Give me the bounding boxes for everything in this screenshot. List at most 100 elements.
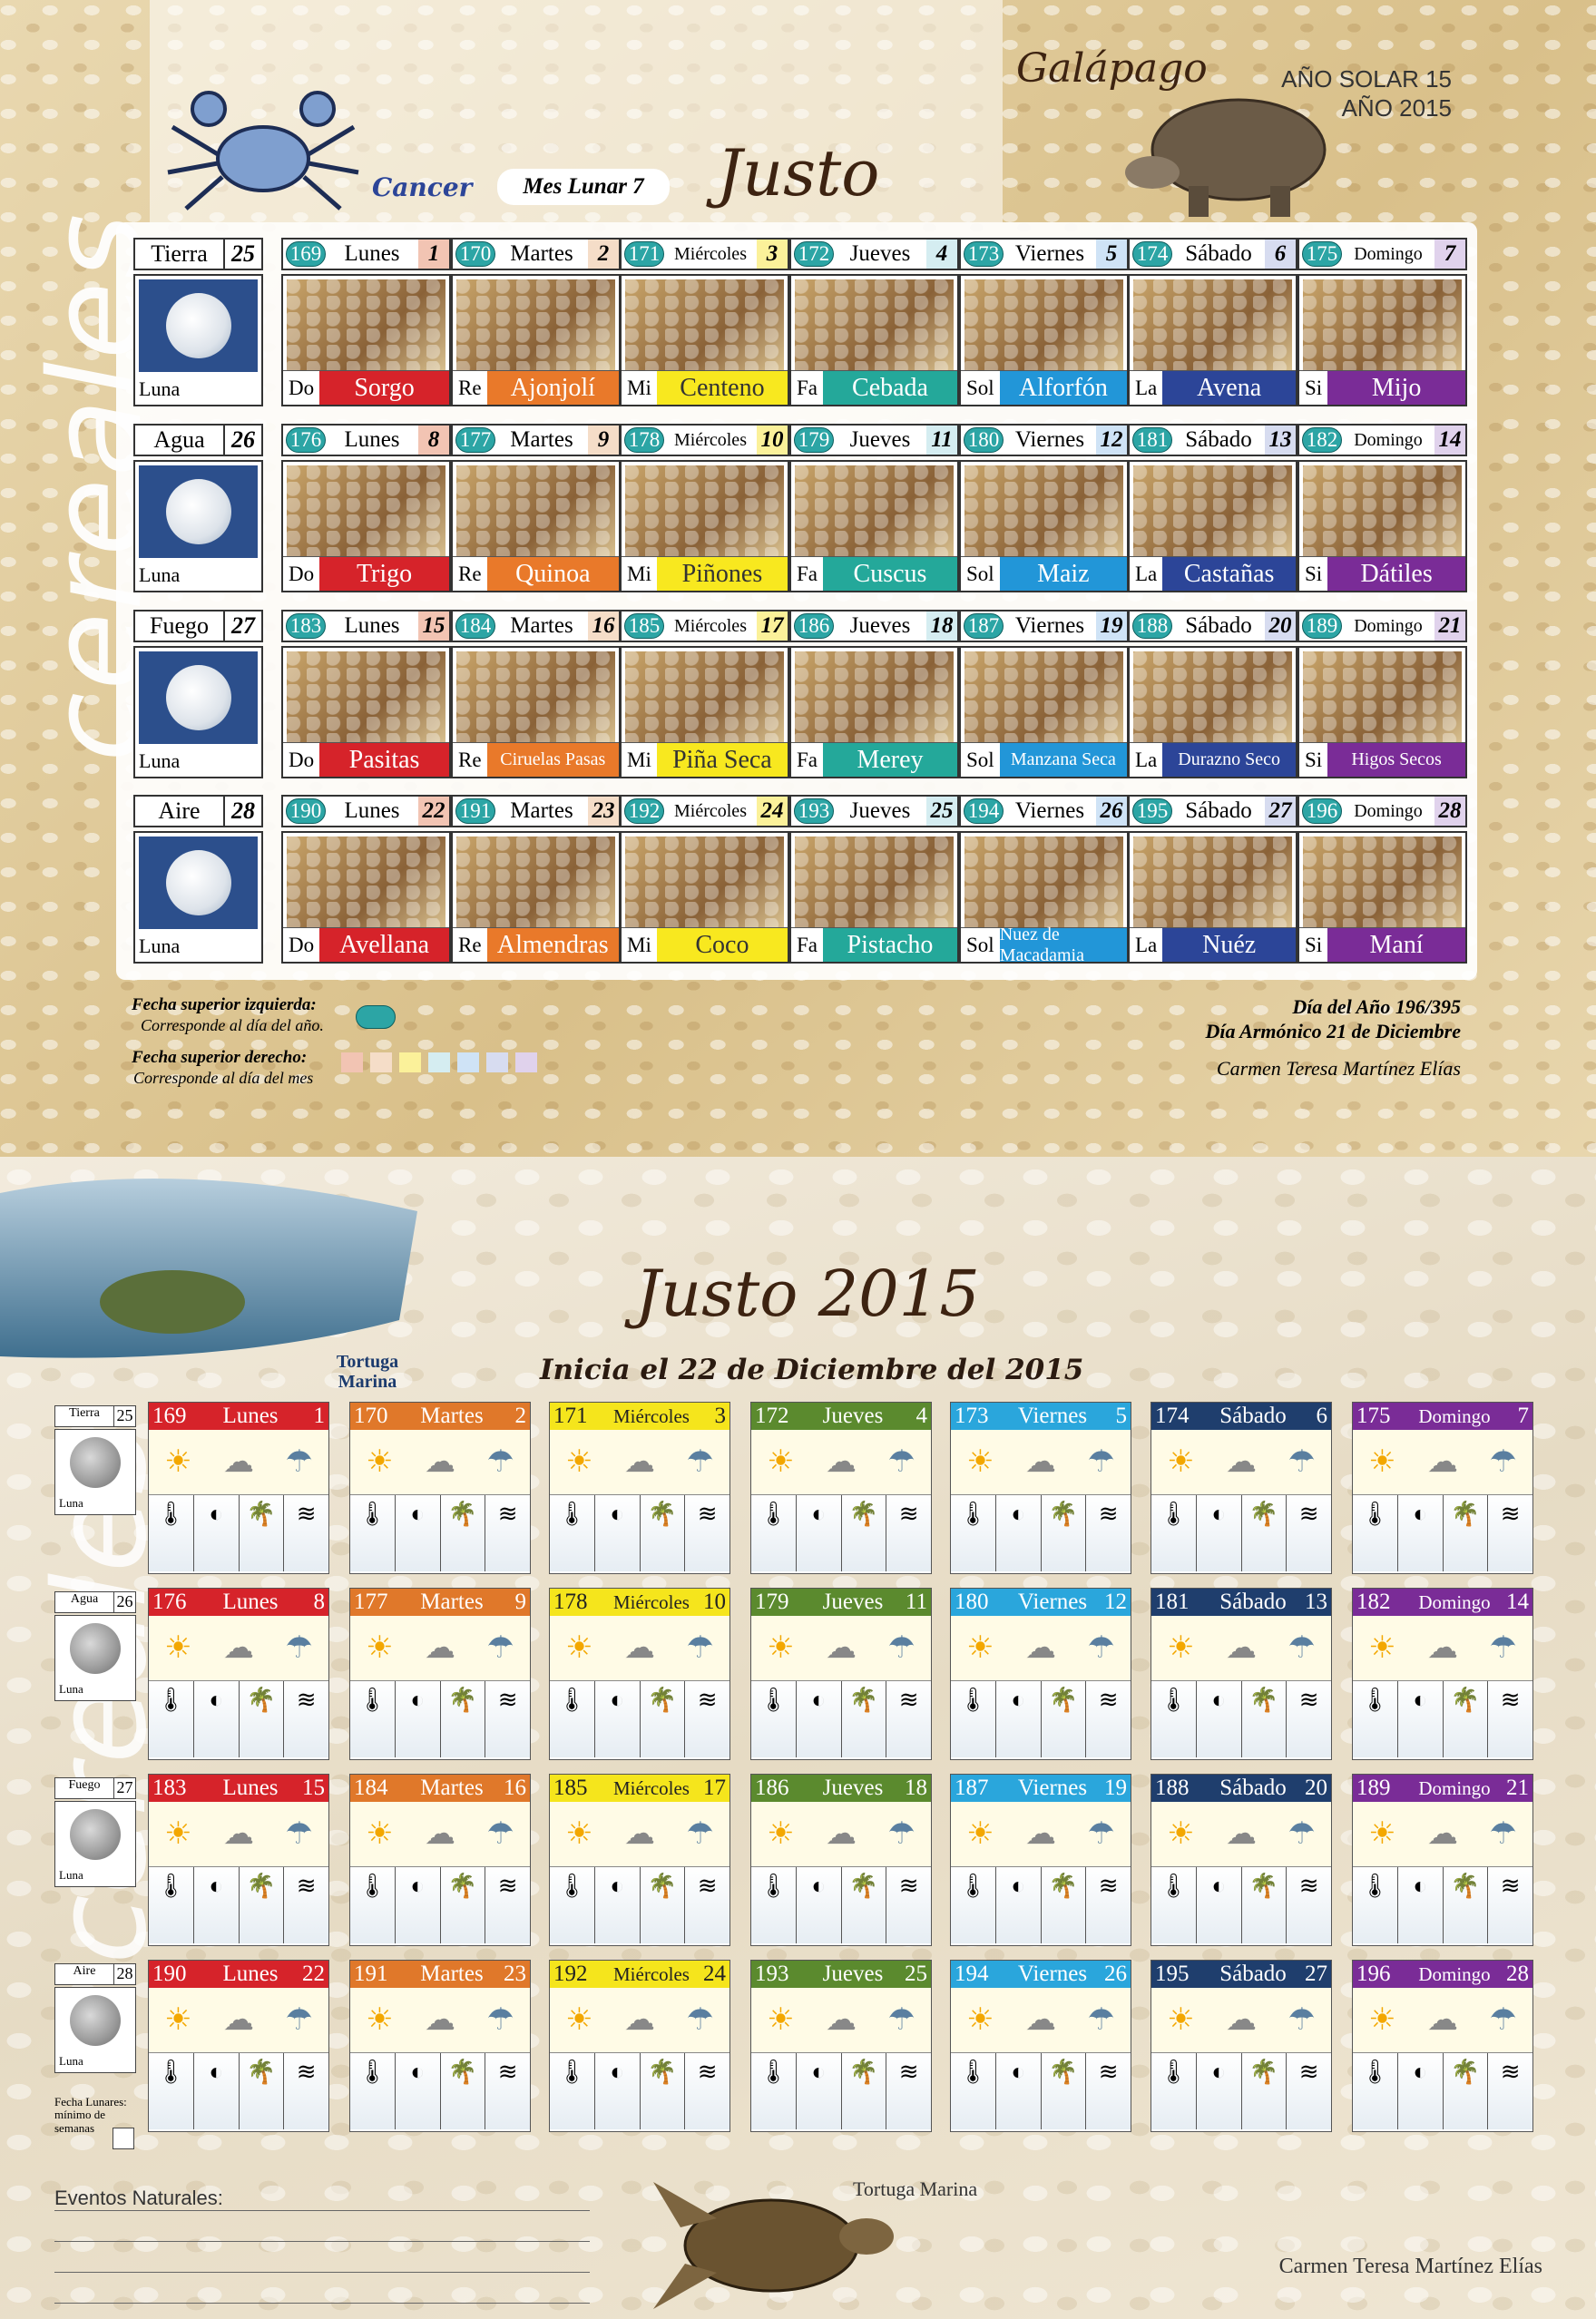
rain-icon[interactable]: ☂ <box>1288 1818 1315 1850</box>
wind-icon[interactable]: ≋ <box>1287 1681 1331 1757</box>
day-header[interactable]: 192 Miércoles 24 <box>620 795 789 827</box>
palm-tree-icon[interactable]: 🌴 <box>641 1495 686 1571</box>
rain-icon[interactable]: ☂ <box>1489 1632 1516 1664</box>
moon-phase-icon[interactable]: ◐ <box>1398 2053 1444 2129</box>
sun-icon[interactable]: ☀ <box>565 1818 592 1850</box>
day-header[interactable]: 189 Domingo 21 <box>1297 610 1467 642</box>
palm-tree-icon[interactable]: 🌴 <box>1444 1867 1489 1943</box>
weather-day-card[interactable]: 186 Jueves 18 ☀ ☁ ☂ 🌡 ◐ 🌴 ≋ <box>750 1774 932 1946</box>
food-cell[interactable]: Do Avellana <box>281 831 451 964</box>
sun-icon[interactable]: ☀ <box>164 1632 191 1664</box>
wind-icon[interactable]: ≋ <box>485 1681 530 1757</box>
day-header[interactable]: 183 Lunes 15 <box>281 610 451 642</box>
thermometer-icon[interactable]: 🌡 <box>1353 2053 1398 2129</box>
sun-icon[interactable]: ☀ <box>565 1446 592 1478</box>
wind-icon[interactable]: ≋ <box>1488 1867 1532 1943</box>
sun-icon[interactable]: ☀ <box>565 1632 592 1664</box>
rain-icon[interactable]: ☂ <box>1087 1632 1114 1664</box>
food-cell[interactable]: Do Sorgo <box>281 274 451 406</box>
palm-tree-icon[interactable]: 🌴 <box>641 1867 686 1943</box>
food-cell[interactable]: Fa Pistacho <box>789 831 959 964</box>
day-header[interactable]: 173 Viernes 5 <box>959 238 1129 270</box>
palm-tree-icon[interactable]: 🌴 <box>641 2053 686 2129</box>
cloud-icon[interactable]: ☁ <box>826 1818 857 1850</box>
thermometer-icon[interactable]: 🌡 <box>751 1681 797 1757</box>
cloud-icon[interactable]: ☁ <box>1025 2004 1056 2036</box>
sun-icon[interactable]: ☀ <box>1368 1446 1395 1478</box>
weather-day-card[interactable]: 179 Jueves 11 ☀ ☁ ☂ 🌡 ◐ 🌴 ≋ <box>750 1588 932 1760</box>
weather-day-card[interactable]: 181 Sábado 13 ☀ ☁ ☂ 🌡 ◐ 🌴 ≋ <box>1150 1588 1332 1760</box>
thermometer-icon[interactable]: 🌡 <box>1151 1681 1197 1757</box>
day-header[interactable]: 171 Miércoles 3 <box>620 238 789 270</box>
rain-icon[interactable]: ☂ <box>285 1632 312 1664</box>
rain-icon[interactable]: ☂ <box>285 1818 312 1850</box>
day-header[interactable]: 186 Jueves 18 <box>789 610 959 642</box>
day-header[interactable]: 195 Sábado 27 <box>1128 795 1297 827</box>
wind-icon[interactable]: ≋ <box>886 1867 931 1943</box>
palm-tree-icon[interactable]: 🌴 <box>842 2053 887 2129</box>
sun-icon[interactable]: ☀ <box>1368 2004 1395 2036</box>
cloud-icon[interactable]: ☁ <box>624 1818 655 1850</box>
thermometer-icon[interactable]: 🌡 <box>350 2053 396 2129</box>
sun-icon[interactable]: ☀ <box>164 1818 191 1850</box>
moon-phase-icon[interactable]: ◐ <box>996 1867 1042 1943</box>
day-header[interactable]: 174 Sábado 6 <box>1128 238 1297 270</box>
weather-day-card[interactable]: 185 Miércoles 17 ☀ ☁ ☂ 🌡 ◐ 🌴 ≋ <box>549 1774 730 1946</box>
food-cell[interactable]: La Nuéz <box>1128 831 1297 964</box>
wind-icon[interactable]: ≋ <box>886 1495 931 1571</box>
moon-note-checkbox[interactable] <box>113 2128 134 2149</box>
thermometer-icon[interactable]: 🌡 <box>550 1867 595 1943</box>
palm-tree-icon[interactable]: 🌴 <box>240 1867 285 1943</box>
food-cell[interactable]: Fa Cuscus <box>789 460 959 592</box>
palm-tree-icon[interactable]: 🌴 <box>842 1867 887 1943</box>
palm-tree-icon[interactable]: 🌴 <box>441 1495 486 1571</box>
moon-phase-icon[interactable]: ◐ <box>396 1681 441 1757</box>
food-cell[interactable]: Do Trigo <box>281 460 451 592</box>
day-header[interactable]: 185 Miércoles 17 <box>620 610 789 642</box>
rain-icon[interactable]: ☂ <box>1288 1632 1315 1664</box>
sun-icon[interactable]: ☀ <box>565 2004 592 2036</box>
food-cell[interactable]: Si Higos Secos <box>1297 646 1467 778</box>
moon-phase-icon[interactable]: ◐ <box>996 2053 1042 2129</box>
wind-icon[interactable]: ≋ <box>685 1867 729 1943</box>
day-header[interactable]: 175 Domingo 7 <box>1297 238 1467 270</box>
weather-day-card[interactable]: 192 Miércoles 24 ☀ ☁ ☂ 🌡 ◐ 🌴 ≋ <box>549 1960 730 2132</box>
events-line[interactable] <box>54 2241 590 2242</box>
sun-icon[interactable]: ☀ <box>767 1632 794 1664</box>
cloud-icon[interactable]: ☁ <box>1226 1818 1257 1850</box>
weather-day-card[interactable]: 177 Martes 9 ☀ ☁ ☂ 🌡 ◐ 🌴 ≋ <box>349 1588 531 1760</box>
moon-phase-icon[interactable]: ◐ <box>1197 1867 1242 1943</box>
food-cell[interactable]: Sol Nuez de Macadamia <box>959 831 1129 964</box>
moon-phase-icon[interactable]: ◐ <box>797 1495 842 1571</box>
moon-phase-icon[interactable]: ◐ <box>194 2053 240 2129</box>
weather-day-card[interactable]: 175 Domingo 7 ☀ ☁ ☂ 🌡 ◐ 🌴 ≋ <box>1352 1402 1533 1574</box>
food-cell[interactable]: Sol Manzana Seca <box>959 646 1129 778</box>
wind-icon[interactable]: ≋ <box>1086 1495 1131 1571</box>
cloud-icon[interactable]: ☁ <box>223 1446 254 1478</box>
thermometer-icon[interactable]: 🌡 <box>1151 1495 1197 1571</box>
palm-tree-icon[interactable]: 🌴 <box>1242 1495 1288 1571</box>
day-header[interactable]: 170 Martes 2 <box>451 238 621 270</box>
weather-day-card[interactable]: 173 Viernes 5 ☀ ☁ ☂ 🌡 ◐ 🌴 ≋ <box>950 1402 1131 1574</box>
sun-icon[interactable]: ☀ <box>966 1818 994 1850</box>
sun-icon[interactable]: ☀ <box>366 1818 393 1850</box>
food-cell[interactable]: Si Maní <box>1297 831 1467 964</box>
weather-day-card[interactable]: 172 Jueves 4 ☀ ☁ ☂ 🌡 ◐ 🌴 ≋ <box>750 1402 932 1574</box>
sun-icon[interactable]: ☀ <box>1167 1818 1194 1850</box>
events-line[interactable] <box>54 2210 590 2211</box>
rain-icon[interactable]: ☂ <box>887 1818 915 1850</box>
weather-day-card[interactable]: 196 Domingo 28 ☀ ☁ ☂ 🌡 ◐ 🌴 ≋ <box>1352 1960 1533 2132</box>
rain-icon[interactable]: ☂ <box>285 1446 312 1478</box>
moon-phase-icon[interactable]: ◐ <box>595 1495 641 1571</box>
sun-icon[interactable]: ☀ <box>966 1632 994 1664</box>
thermometer-icon[interactable]: 🌡 <box>951 2053 996 2129</box>
rain-icon[interactable]: ☂ <box>887 1446 915 1478</box>
food-cell[interactable]: Fa Merey <box>789 646 959 778</box>
weather-day-card[interactable]: 188 Sábado 20 ☀ ☁ ☂ 🌡 ◐ 🌴 ≋ <box>1150 1774 1332 1946</box>
cloud-icon[interactable]: ☁ <box>624 2004 655 2036</box>
rain-icon[interactable]: ☂ <box>486 2004 514 2036</box>
day-header[interactable]: 193 Jueves 25 <box>789 795 959 827</box>
day-header[interactable]: 180 Viernes 12 <box>959 424 1129 456</box>
cloud-icon[interactable]: ☁ <box>425 2004 455 2036</box>
cloud-icon[interactable]: ☁ <box>624 1632 655 1664</box>
